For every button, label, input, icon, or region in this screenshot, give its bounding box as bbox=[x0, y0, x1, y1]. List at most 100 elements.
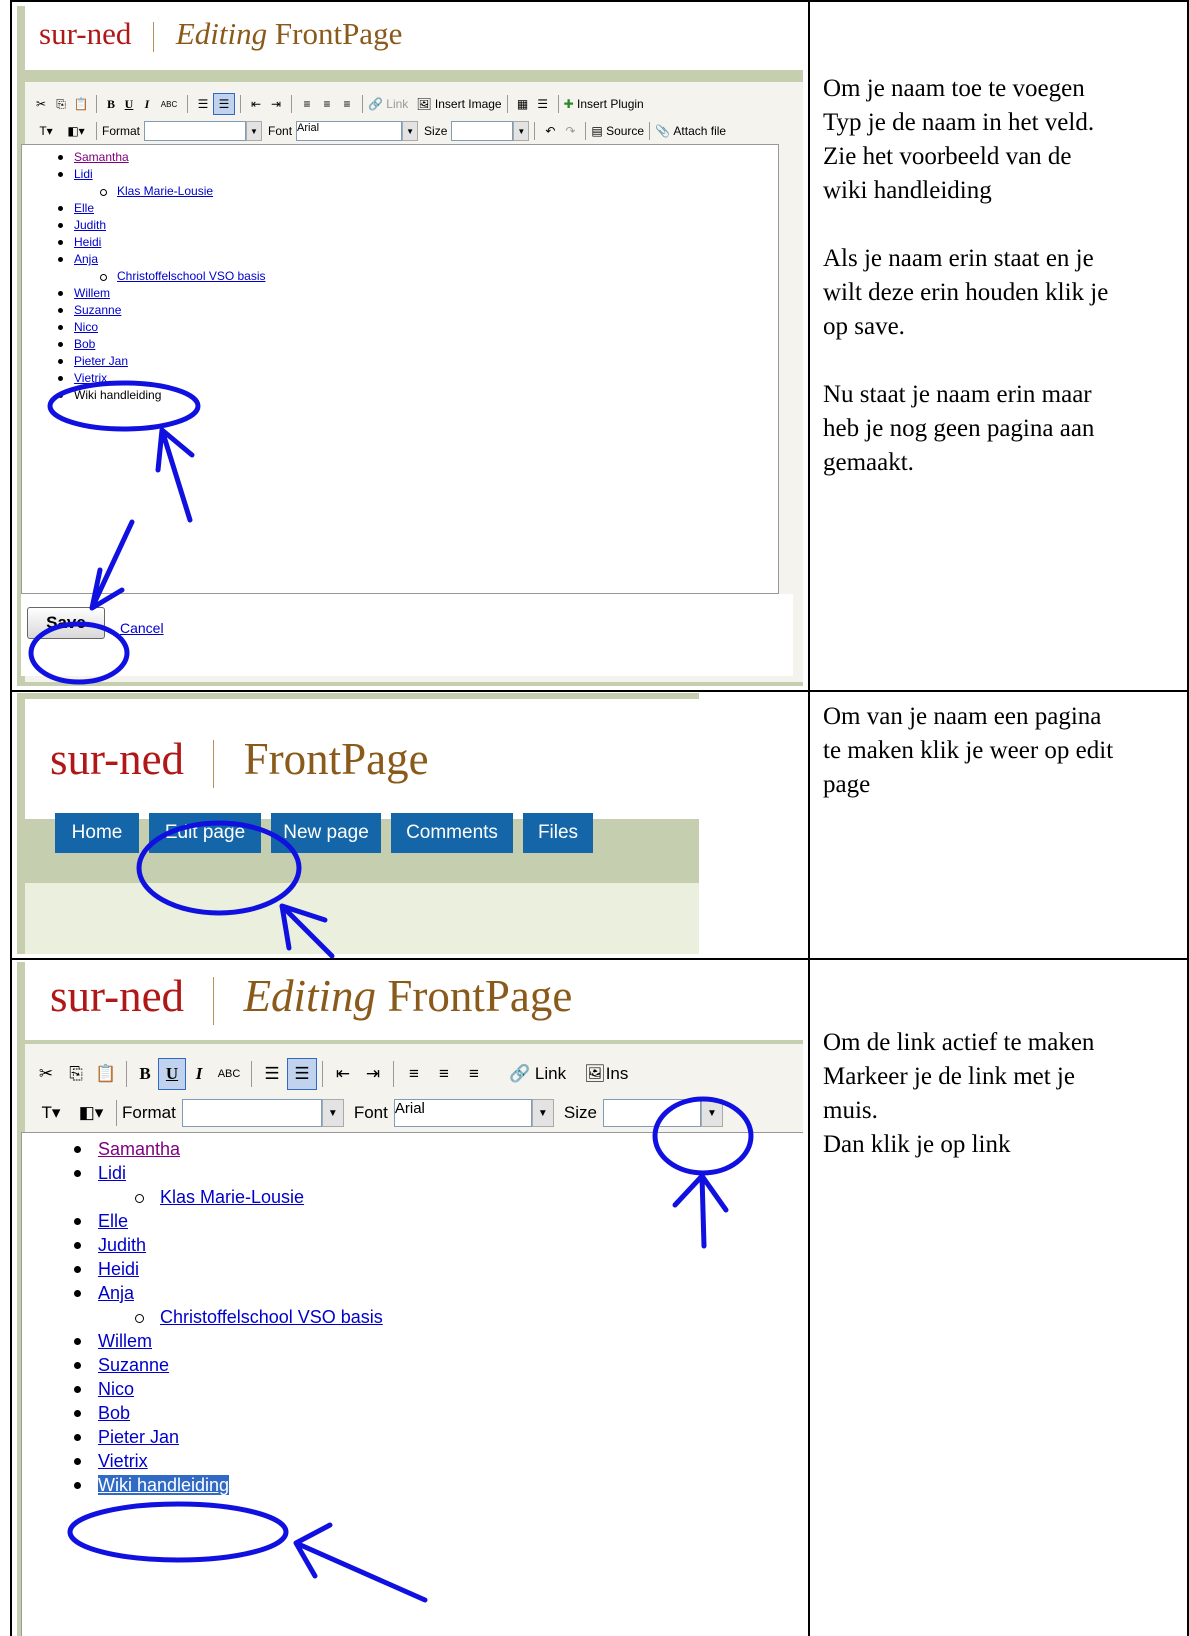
bullet-icon bbox=[58, 342, 63, 347]
list-item-link[interactable]: Heidi bbox=[74, 235, 101, 249]
text-color-icon[interactable]: T▾ bbox=[31, 1103, 71, 1123]
align-left-icon[interactable]: ≡ bbox=[399, 1064, 429, 1084]
link-button[interactable]: 🔗 Link bbox=[368, 97, 408, 111]
unordered-list-icon[interactable]: ☰ bbox=[213, 93, 235, 115]
editor-content-area[interactable]: Samantha Lidi Klas Marie-Lousie Elle Judith H… bbox=[21, 1132, 803, 1636]
tab-comments[interactable]: Comments bbox=[391, 813, 513, 853]
tab-new-page[interactable]: New page bbox=[271, 813, 381, 853]
list-item-link[interactable]: Lidi bbox=[74, 167, 93, 181]
list-item-link[interactable]: Vietrix bbox=[74, 371, 107, 385]
list-item-link[interactable]: Suzanne bbox=[74, 303, 121, 317]
cancel-link[interactable]: Cancel bbox=[120, 620, 164, 636]
list-item-link[interactable]: Judith bbox=[74, 218, 106, 232]
format-select[interactable] bbox=[181, 1099, 322, 1127]
italic-button[interactable]: I bbox=[138, 97, 156, 112]
list-item-link[interactable]: Anja bbox=[98, 1283, 134, 1303]
ordered-list-icon[interactable]: ☰ bbox=[257, 1064, 287, 1084]
insert-image-button[interactable]: 🖼 Ins bbox=[584, 1064, 628, 1084]
list-item-link[interactable]: Anja bbox=[74, 252, 98, 266]
attach-file-button[interactable]: 📎 Attach file bbox=[655, 124, 726, 138]
underline-button[interactable]: U bbox=[120, 97, 138, 112]
page-title: FrontPage bbox=[243, 734, 429, 784]
cut-icon[interactable]: ✂ bbox=[31, 1064, 61, 1084]
table-icon[interactable]: ▦ bbox=[513, 97, 533, 111]
align-center-icon[interactable]: ≡ bbox=[429, 1064, 459, 1084]
tab-edit-page[interactable]: Edit page bbox=[149, 813, 261, 853]
bold-button[interactable]: B bbox=[132, 1064, 158, 1084]
list-item-link[interactable]: Bob bbox=[98, 1403, 130, 1423]
paste-icon[interactable]: 📋 bbox=[71, 97, 91, 111]
size-dropdown-arrow[interactable]: ▼ bbox=[700, 1099, 723, 1127]
italic-button[interactable]: I bbox=[186, 1064, 212, 1084]
insert-plugin-button[interactable]: ✚ Insert Plugin bbox=[564, 97, 644, 111]
list-item-link[interactable]: Christoffelschool VSO basis bbox=[160, 1307, 383, 1327]
size-select[interactable] bbox=[602, 1099, 701, 1127]
instruction-line: muis. bbox=[823, 1097, 878, 1124]
redo-icon[interactable]: ↷ bbox=[560, 124, 580, 138]
undo-icon[interactable]: ↶ bbox=[540, 124, 560, 138]
list-item-link[interactable]: Samantha bbox=[74, 150, 129, 164]
underline-button[interactable]: U bbox=[158, 1058, 186, 1090]
format-dropdown-arrow[interactable]: ▼ bbox=[246, 121, 263, 141]
list-item-link[interactable]: Nico bbox=[98, 1379, 134, 1399]
outdent-icon[interactable]: ⇤ bbox=[246, 97, 266, 111]
cut-icon[interactable]: ✂ bbox=[31, 97, 51, 111]
align-right-icon[interactable]: ≡ bbox=[459, 1064, 489, 1084]
font-select[interactable]: Arial bbox=[296, 121, 403, 141]
horizontal-rule-icon[interactable]: ☰ bbox=[533, 97, 553, 111]
ordered-list-icon[interactable]: ☰ bbox=[193, 97, 213, 111]
format-dropdown-arrow[interactable]: ▼ bbox=[321, 1099, 344, 1127]
list-item-link[interactable]: Vietrix bbox=[98, 1451, 148, 1471]
list-item-link[interactable]: Elle bbox=[98, 1211, 128, 1231]
list-item-link[interactable]: Samantha bbox=[98, 1139, 180, 1159]
list-item: Nico bbox=[22, 319, 266, 336]
text-color-icon[interactable]: T▾ bbox=[31, 124, 61, 138]
list-item-link[interactable]: Pieter Jan bbox=[98, 1427, 179, 1447]
align-center-icon[interactable]: ≡ bbox=[317, 97, 337, 111]
link-button[interactable]: 🔗 Link bbox=[509, 1064, 566, 1084]
list-item-link[interactable]: Bob bbox=[74, 337, 95, 351]
list-item-link[interactable]: Nico bbox=[74, 320, 98, 334]
font-dropdown-arrow[interactable]: ▼ bbox=[531, 1099, 554, 1127]
unordered-list-icon[interactable]: ☰ bbox=[287, 1058, 317, 1090]
indent-icon[interactable]: ⇥ bbox=[266, 97, 286, 111]
background-color-icon[interactable]: ◧▾ bbox=[71, 1103, 111, 1123]
list-item-link[interactable]: Elle bbox=[74, 201, 94, 215]
list-item-link[interactable]: Klas Marie-Lousie bbox=[117, 184, 213, 198]
list-item-link[interactable]: Pieter Jan bbox=[74, 354, 128, 368]
indent-icon[interactable]: ⇥ bbox=[358, 1064, 388, 1084]
insert-image-button[interactable]: 🖼 Insert Image bbox=[416, 97, 501, 111]
size-select[interactable] bbox=[451, 121, 514, 141]
outdent-icon[interactable]: ⇤ bbox=[328, 1064, 358, 1084]
bullet-icon bbox=[58, 223, 63, 228]
tab-home[interactable]: Home bbox=[55, 813, 139, 853]
copy-icon[interactable]: ⎘ bbox=[51, 97, 71, 112]
list-item-link[interactable]: Christoffelschool VSO basis bbox=[117, 269, 266, 283]
bullet-icon bbox=[74, 1410, 81, 1417]
list-item-link[interactable]: Willem bbox=[98, 1331, 152, 1351]
copy-icon[interactable]: ⎘ bbox=[61, 1064, 91, 1084]
background-color-icon[interactable]: ◧▾ bbox=[61, 124, 91, 138]
list-item: Elle bbox=[22, 1209, 383, 1233]
list-item-link[interactable]: Klas Marie-Lousie bbox=[160, 1187, 304, 1207]
bold-button[interactable]: B bbox=[102, 97, 120, 112]
paste-icon[interactable]: 📋 bbox=[91, 1064, 121, 1084]
selected-link-text[interactable]: Wiki handleiding bbox=[98, 1475, 230, 1495]
align-left-icon[interactable]: ≡ bbox=[297, 97, 317, 111]
tab-files[interactable]: Files bbox=[523, 813, 593, 853]
font-select[interactable]: Arial bbox=[393, 1099, 532, 1127]
list-item-link[interactable]: Heidi bbox=[98, 1259, 139, 1279]
spellcheck-button[interactable]: ABC bbox=[156, 100, 182, 109]
font-dropdown-arrow[interactable]: ▼ bbox=[402, 121, 419, 141]
format-select[interactable] bbox=[144, 121, 247, 141]
spellcheck-button[interactable]: ABC bbox=[212, 1068, 246, 1080]
list-item-link[interactable]: Lidi bbox=[98, 1163, 126, 1183]
editor-content-area[interactable]: Samantha Lidi Klas Marie-Lousie Elle Judith H… bbox=[21, 144, 779, 594]
list-item-link[interactable]: Willem bbox=[74, 286, 110, 300]
save-button[interactable]: Save bbox=[27, 607, 105, 639]
list-item-link[interactable]: Judith bbox=[98, 1235, 146, 1255]
source-button[interactable]: ▤ Source bbox=[591, 124, 644, 138]
align-right-icon[interactable]: ≡ bbox=[337, 97, 357, 111]
list-item-link[interactable]: Suzanne bbox=[98, 1355, 169, 1375]
size-dropdown-arrow[interactable]: ▼ bbox=[513, 121, 530, 141]
